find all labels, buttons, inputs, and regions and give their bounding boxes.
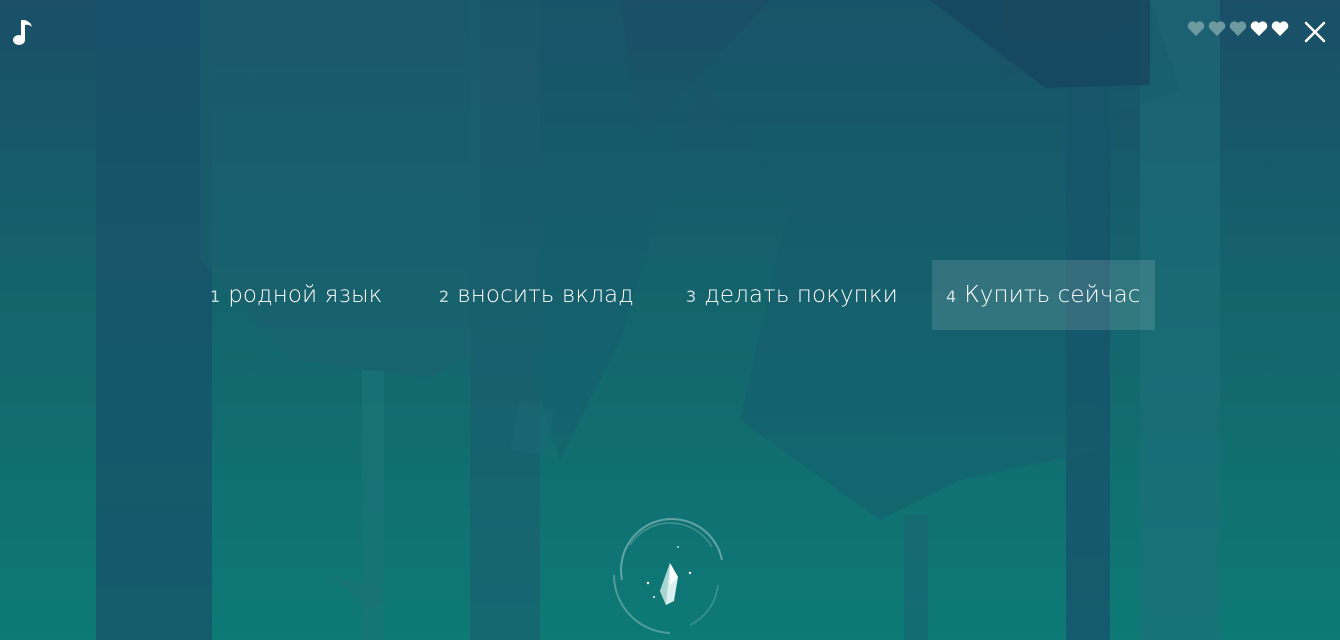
answer-number: 4 <box>946 287 957 306</box>
music-toggle-button[interactable] <box>8 14 36 50</box>
game-scene: 1 родной язык 2 вносить вклад 3 делать п… <box>0 0 1340 640</box>
answer-text: вносить вклад <box>457 282 634 308</box>
heart-icon <box>1187 21 1205 36</box>
close-button[interactable] <box>1300 14 1330 50</box>
answer-option-4[interactable]: 4 Купить сейчас <box>932 260 1155 330</box>
answer-number: 2 <box>439 287 450 306</box>
answer-text: Купить сейчас <box>964 282 1141 308</box>
answer-options: 1 родной язык 2 вносить вклад 3 делать п… <box>196 260 1156 330</box>
heart-icon <box>1250 21 1268 36</box>
answer-option-3[interactable]: 3 делать покупки <box>672 260 912 330</box>
answer-number: 3 <box>686 287 697 306</box>
crystal-timer <box>613 518 723 634</box>
music-note-icon <box>13 20 32 45</box>
answer-text: делать покупки <box>704 282 898 308</box>
answer-option-2[interactable]: 2 вносить вклад <box>425 260 648 330</box>
answer-text: родной язык <box>228 282 383 308</box>
heart-icon <box>1271 21 1289 36</box>
crystal-icon <box>660 563 678 605</box>
answer-number: 1 <box>210 287 221 306</box>
heart-icon <box>1229 21 1247 36</box>
close-icon <box>1304 21 1326 43</box>
lives-indicator <box>1186 19 1290 39</box>
heart-icon <box>1208 21 1226 36</box>
answer-option-1[interactable]: 1 родной язык <box>196 260 396 330</box>
